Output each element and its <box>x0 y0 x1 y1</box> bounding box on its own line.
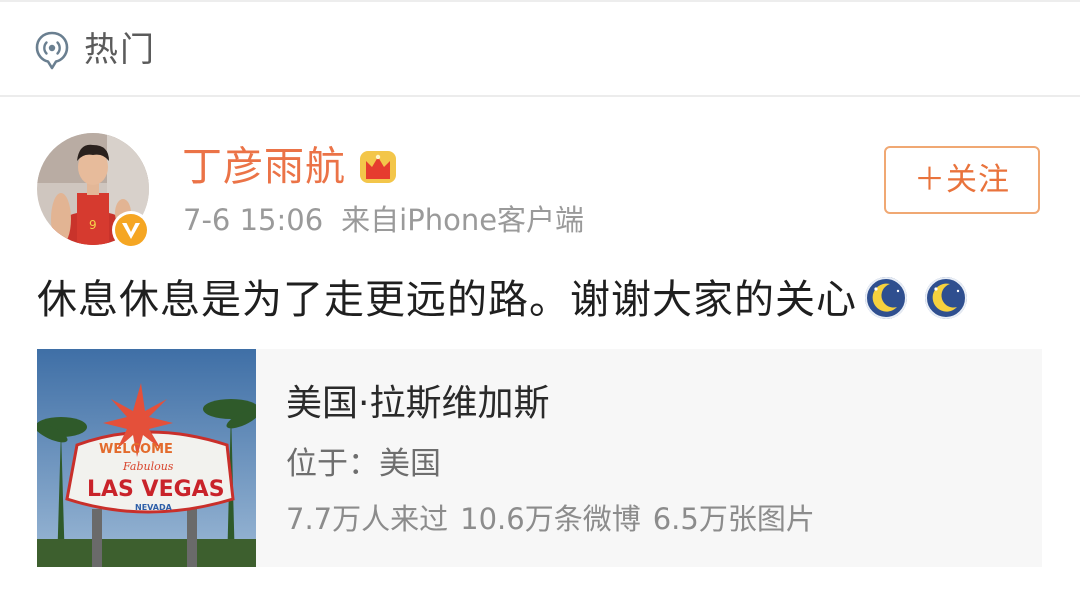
location-name: 美国·拉斯维加斯 <box>286 383 550 424</box>
v-verified-icon <box>112 211 150 249</box>
moon-sleep-emoji <box>925 277 967 319</box>
post-text: 休息休息是为了走更远的路。谢谢大家的关心 <box>37 272 969 328</box>
section-header: 热门 <box>0 2 1080 97</box>
svg-text:WELCOME: WELCOME <box>99 442 173 457</box>
location-thumbnail: WELCOME Fabulous LAS VEGAS NEVADA <box>37 349 256 567</box>
moon-sleep-emoji <box>865 277 907 319</box>
crown-icon[interactable] <box>358 148 398 186</box>
post-source[interactable]: 来自iPhone客户端 <box>341 203 584 237</box>
svg-text:Fabulous: Fabulous <box>122 460 174 473</box>
post-meta: 7-6 15:06 来自iPhone客户端 <box>183 200 584 240</box>
username[interactable]: 丁彦雨航 <box>182 142 346 192</box>
hot-topic-icon <box>35 31 69 70</box>
svg-text:LAS VEGAS: LAS VEGAS <box>87 477 225 502</box>
svg-text:NEVADA: NEVADA <box>135 503 173 512</box>
location-card[interactable]: WELCOME Fabulous LAS VEGAS NEVADA 美国·拉斯维… <box>37 349 1042 567</box>
posts-count: 10.6万条微博 <box>460 502 641 536</box>
las-vegas-sign-photo: WELCOME Fabulous LAS VEGAS NEVADA <box>37 349 256 567</box>
location-stats: 7.7万人来过 10.6万条微博 6.5万张图片 <box>286 499 815 539</box>
section-title: 热门 <box>84 30 156 70</box>
post-body: 休息休息是为了走更远的路。谢谢大家的关心 <box>37 277 857 323</box>
visitors-count: 7.7万人来过 <box>286 502 449 536</box>
location-region: 位于：美国 <box>286 446 441 482</box>
post-time: 7-6 15:06 <box>183 203 324 237</box>
photos-count: 6.5万张图片 <box>652 502 815 536</box>
svg-text:9: 9 <box>89 218 97 232</box>
follow-button[interactable]: ＋关注 <box>884 146 1040 214</box>
